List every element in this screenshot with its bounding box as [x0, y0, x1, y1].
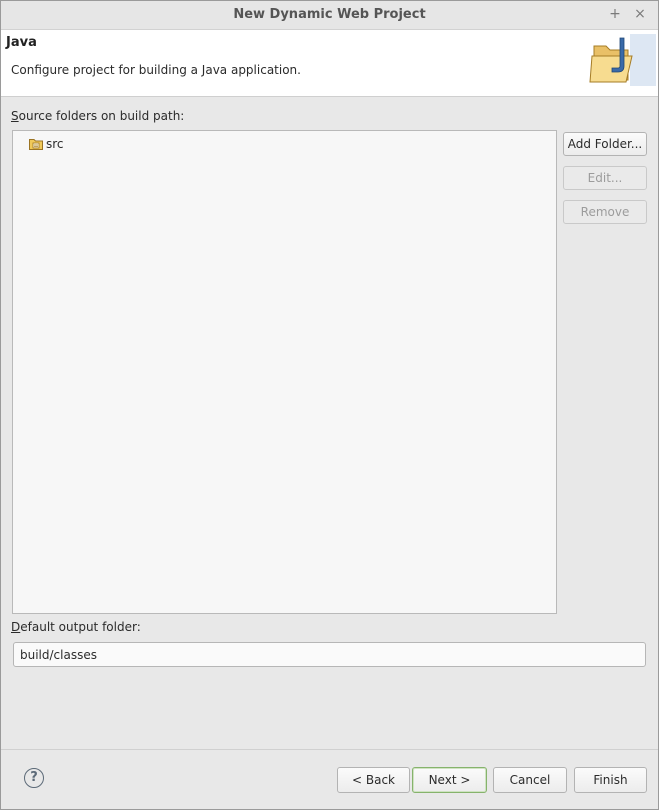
page-description: Configure project for building a Java ap… — [11, 63, 301, 77]
source-folder-icon — [29, 139, 43, 150]
cancel-button[interactable]: Cancel — [493, 767, 567, 793]
edit-button[interactable]: Edit... — [563, 166, 647, 190]
close-button[interactable]: × — [631, 5, 649, 23]
back-button[interactable]: < Back — [337, 767, 410, 793]
remove-button[interactable]: Remove — [563, 200, 647, 224]
finish-button[interactable]: Finish — [574, 767, 647, 793]
source-folders-tree[interactable]: src — [12, 130, 557, 614]
output-folder-label: Default output folder: — [11, 620, 141, 634]
footer-separator — [1, 749, 658, 750]
output-folder-input[interactable] — [13, 642, 646, 667]
source-folders-label: Source folders on build path: — [11, 109, 185, 123]
dialog-window: New Dynamic Web Project + × Java Configu… — [0, 0, 659, 810]
title-bar[interactable]: New Dynamic Web Project + × — [1, 1, 658, 30]
java-folder-icon — [589, 34, 656, 86]
maximize-button[interactable]: + — [606, 5, 624, 23]
add-folder-button[interactable]: Add Folder... — [563, 132, 647, 156]
next-button[interactable]: Next > — [412, 767, 487, 793]
tree-item-label: src — [46, 137, 64, 151]
tree-item-src[interactable]: src — [29, 136, 64, 152]
window-title: New Dynamic Web Project — [233, 7, 426, 22]
page-title: Java — [6, 35, 37, 50]
wizard-banner: Java Configure project for building a Ja… — [1, 30, 658, 97]
help-icon[interactable]: ? — [24, 768, 44, 788]
